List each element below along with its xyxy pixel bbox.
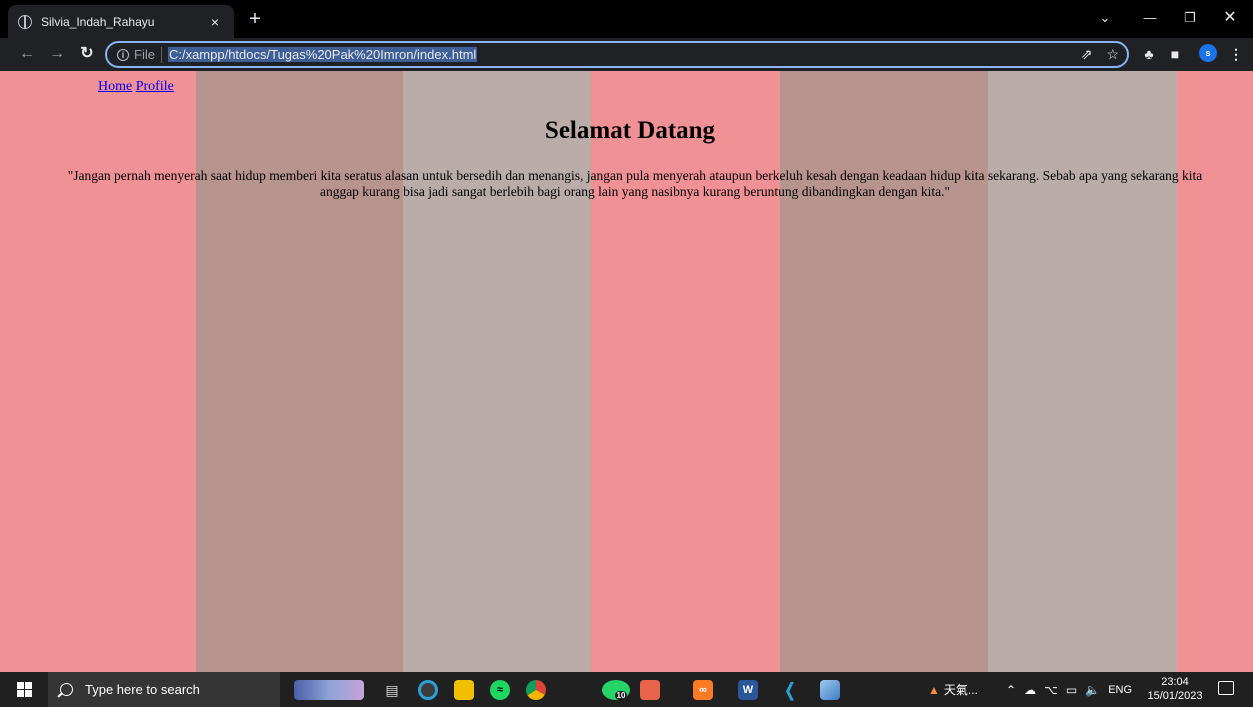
profile-avatar[interactable]: s <box>1199 44 1217 62</box>
restore-button[interactable]: ❐ <box>1175 6 1205 30</box>
info-icon[interactable]: i <box>117 48 129 61</box>
bookmark-star-icon[interactable]: ☆ <box>1106 46 1119 63</box>
tab-title: Silvia_Indah_Rahayu <box>41 14 155 29</box>
taskbar: Type here to search ▤ ≈ 10 ∞ W ❬ ▲ 天氣...… <box>0 672 1253 707</box>
file-explorer-icon[interactable] <box>454 680 474 700</box>
clock[interactable]: 23:04 15/01/2023 <box>1140 675 1210 703</box>
tab-search-chevron-icon[interactable]: ⌄ <box>1090 6 1120 30</box>
chrome-icon[interactable] <box>526 680 546 700</box>
app-icon-blue[interactable] <box>820 680 840 700</box>
browser-tab[interactable]: Silvia_Indah_Rahayu × <box>8 5 234 38</box>
web-page: Home Profile Selamat Datang "Jangan pern… <box>0 71 1240 672</box>
home-link[interactable]: Home <box>98 79 132 94</box>
weather-text: 天氣... <box>943 683 978 697</box>
word-icon[interactable]: W <box>738 680 758 700</box>
vscode-icon[interactable]: ❬ <box>780 680 800 700</box>
search-icon <box>60 683 73 696</box>
page-viewport: Home Profile Selamat Datang "Jangan pern… <box>0 71 1253 672</box>
xampp-icon[interactable]: ∞ <box>693 680 713 700</box>
side-panel-icon[interactable]: ■ <box>1165 44 1185 64</box>
clock-time: 23:04 <box>1161 676 1189 688</box>
profile-link[interactable]: Profile <box>136 79 174 94</box>
system-tray: ⌃ ☁ ⌥ ▭ 🔈 ENG <box>1006 672 1132 707</box>
battery-icon[interactable]: ▭ <box>1066 683 1077 697</box>
vertical-scrollbar[interactable] <box>1240 71 1253 672</box>
tab-close-button[interactable]: × <box>206 14 224 30</box>
browser-toolbar: ← → ↻ i File C:/xampp/htdocs/Tugas%20Pak… <box>0 38 1253 71</box>
edge-browser-icon[interactable] <box>418 680 438 700</box>
volume-icon[interactable]: 🔈 <box>1085 683 1100 697</box>
tray-chevron-up-icon[interactable]: ⌃ <box>1006 683 1016 697</box>
whatsapp-icon[interactable]: 10 <box>602 680 630 700</box>
language-indicator[interactable]: ENG <box>1108 684 1132 696</box>
search-placeholder: Type here to search <box>85 682 200 697</box>
clock-date: 15/01/2023 <box>1147 690 1203 702</box>
back-arrow-icon[interactable]: ← <box>16 43 38 65</box>
extensions-puzzle-icon[interactable]: ♣ <box>1139 44 1159 64</box>
close-window-button[interactable]: ✕ <box>1215 6 1245 30</box>
weather-widget[interactable]: ▲ 天氣... <box>928 672 978 707</box>
forward-arrow-icon[interactable]: → <box>46 43 68 65</box>
wifi-icon[interactable]: ⌥ <box>1044 683 1058 697</box>
page-title: Selamat Datang <box>544 117 716 144</box>
share-icon[interactable]: ⇗ <box>1081 46 1093 63</box>
menu-kebab-icon[interactable]: ⋮ <box>1226 44 1246 64</box>
search-highlight-image[interactable] <box>294 680 364 700</box>
reload-icon[interactable]: ↻ <box>76 43 98 65</box>
omnibox-actions: ⇗ ☆ <box>1081 46 1119 63</box>
app-icon-orange[interactable] <box>640 680 660 700</box>
whatsapp-badge: 10 <box>614 690 628 700</box>
onedrive-cloud-icon[interactable]: ☁ <box>1024 683 1036 697</box>
taskbar-search[interactable]: Type here to search <box>48 672 280 707</box>
address-scheme: File <box>134 47 155 62</box>
address-divider <box>160 46 162 63</box>
task-view-icon[interactable]: ▤ <box>382 680 402 700</box>
quote-text: "Jangan pernah menyerah saat hidup membe… <box>67 168 1203 199</box>
new-tab-button[interactable]: + <box>244 9 266 31</box>
minimize-button[interactable]: — <box>1135 6 1165 30</box>
address-bar[interactable]: i File C:/xampp/htdocs/Tugas%20Pak%20Imr… <box>105 41 1129 68</box>
tab-strip: Silvia_Indah_Rahayu × + ⌄ — ❐ ✕ <box>0 0 1253 38</box>
notification-icon[interactable] <box>1218 681 1234 695</box>
globe-icon <box>18 14 32 29</box>
windows-start-icon[interactable] <box>17 682 33 698</box>
spotify-icon[interactable]: ≈ <box>490 680 510 700</box>
page-nav: Home Profile <box>98 79 174 95</box>
weather-icon: ▲ <box>928 682 940 697</box>
address-url[interactable]: C:/xampp/htdocs/Tugas%20Pak%20Imron/inde… <box>167 47 478 62</box>
